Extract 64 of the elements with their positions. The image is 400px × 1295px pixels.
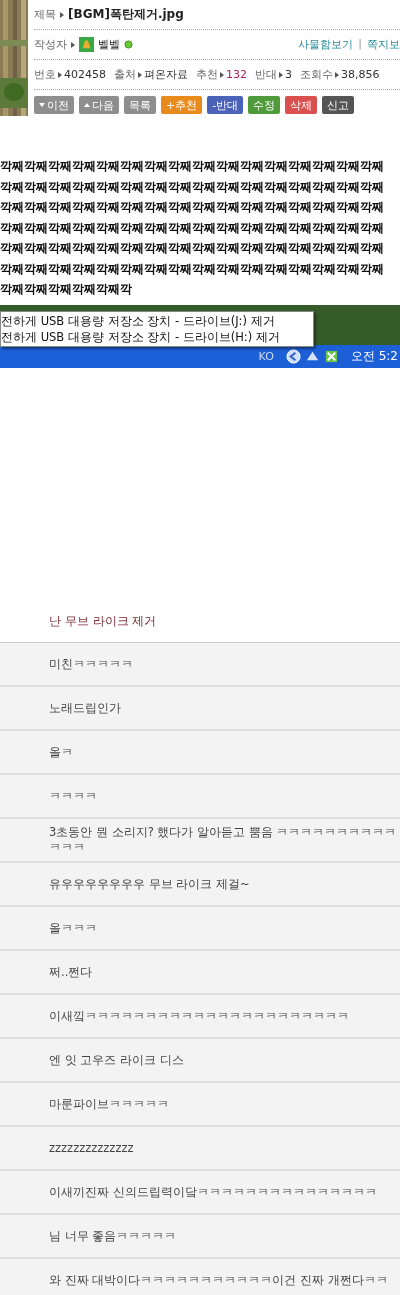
- field-value: 3: [285, 68, 292, 81]
- comment-text: 이새끼진짜 신의드립력이닼ㅋㅋㅋㅋㅋㅋㅋㅋㅋㅋㅋㅋㅋㅋㅋ: [49, 1184, 377, 1200]
- post-text-line: 깍째깍째깍째깍째깍째깍째깍째깍째깍째깍째깍째깍째깍째깍째깍째깍째: [0, 219, 385, 237]
- comment-text: 와 진짜 대박이다ㅋㅋㅋㅋㅋㅋㅋㅋㅋㅋㅋ이건 진짜 개쩐다ㅋㅋ: [49, 1272, 388, 1288]
- post-text-line: 깍째깍째깍째깍째깍째깍째깍째깍째깍째깍째깍째깍째깍째깍째깍째깍째: [0, 199, 385, 216]
- triangle-icon: [71, 41, 75, 48]
- comment-text: 님 너무 좋음ㅋㅋㅋㅋㅋ: [49, 1228, 177, 1244]
- action-button[interactable]: -반대: [207, 96, 244, 114]
- post-text-line: 깍째깍째깍째깍째깍째깍째깍째깍째깍째깍째깍째깍째깍째깍째깍째깍째: [0, 240, 385, 257]
- action-button[interactable]: 신고: [322, 96, 355, 114]
- field-label: 반대: [255, 67, 277, 82]
- field-label: 출처: [114, 67, 136, 82]
- action-button[interactable]: 삭제: [285, 96, 318, 114]
- comment-text: 유우우우우우우우 무브 라이크 제걸~: [49, 876, 250, 892]
- menu-item[interactable]: 전하게 USB 대용량 저장소 장치 - 드라이브(J:) 제거: [1, 313, 313, 329]
- triangle-icon: [60, 11, 64, 18]
- triangle-icon: [58, 71, 62, 78]
- comment-text: 쩌..쩐다: [49, 964, 93, 980]
- triangle-icon: [335, 71, 339, 78]
- writer-name[interactable]: 벨벨: [98, 37, 120, 52]
- action-button[interactable]: +추천: [161, 96, 203, 114]
- clock: 오전 5:2: [350, 348, 398, 365]
- bell-icon: [79, 37, 94, 52]
- field-label: 제목: [34, 7, 56, 22]
- comments-title: 난 무브 라이크 제거: [49, 612, 157, 630]
- comment-text: 엔 잇 고우즈 라이크 디스: [49, 1052, 184, 1068]
- tray-icon[interactable]: [285, 349, 301, 364]
- action-button[interactable]: 이전: [34, 96, 74, 114]
- post-text-line: 깍째깍째깍째깍째깍째깍: [0, 281, 133, 298]
- language-indicator[interactable]: KO: [258, 350, 274, 363]
- comment-text: 올ㅋㅋㅋ: [49, 920, 97, 936]
- tray-icon[interactable]: [323, 349, 339, 364]
- comment-text: 3초동안 뭔 소리지? 했다가 알아듣고 뿜음 ㅋㅋㅋㅋㅋㅋㅋㅋㅋㅋㅋㅋㅋ: [49, 825, 398, 855]
- post-text-line: 깍째깍째깍째깍째깍째깍째깍째깍째깍째깍째깍째깍째깍째깍째깍째깍째: [0, 158, 385, 175]
- triangle-icon: [138, 71, 142, 78]
- nav-link[interactable]: 쪽지보: [367, 37, 400, 52]
- action-button[interactable]: 목록: [124, 96, 156, 114]
- post-text-line: 깍째깍째깍째깍째깍째깍째깍째깍째깍째깍째깍째깍째깍째깍째깍째깍째: [0, 260, 385, 278]
- comment-text: 이새낔ㅋㅋㅋㅋㅋㅋㅋㅋㅋㅋㅋㅋㅋㅋㅋㅋㅋㅋㅋㅋㅋㅋ: [49, 1008, 349, 1024]
- triangle-icon: [220, 71, 224, 78]
- triangle-icon: [279, 71, 283, 78]
- field-label: 추천: [196, 67, 218, 82]
- field-value: 펴온자료: [144, 67, 188, 82]
- comment-text: 미친ㅋㅋㅋㅋㅋ: [49, 656, 133, 672]
- menu-item[interactable]: 전하게 USB 대용량 저장소 장치 - 드라이브(H:) 제거: [1, 329, 313, 345]
- field-label: 조회수: [300, 67, 333, 82]
- field-value: 38,856: [341, 68, 380, 81]
- comment-text: ㅋㅋㅋㅋ: [49, 788, 97, 804]
- field-label: 작성자: [34, 37, 67, 52]
- field-label: 번호: [34, 67, 56, 82]
- caret-up-icon: [84, 103, 90, 107]
- field-value: 132: [226, 68, 247, 81]
- comment-text: 마룬파이브ㅋㅋㅋㅋㅋ: [49, 1096, 169, 1112]
- action-button[interactable]: 다음: [79, 96, 119, 114]
- action-button[interactable]: 수정: [248, 96, 281, 114]
- comment-text: 노래드립인가: [49, 700, 121, 716]
- comment-text: zzzzzzzzzzzzzz: [49, 1140, 134, 1156]
- field-value: 402458: [64, 68, 106, 81]
- post-text-line: 깍째깍째깍째깍째깍째깍째깍째깍째깍째깍째깍째깍째깍째깍째깍째깍째: [0, 178, 385, 196]
- nav-link[interactable]: 사물함보기: [298, 37, 354, 52]
- comment-text: 올ㅋ: [49, 744, 73, 760]
- caret-down-icon: [39, 103, 45, 107]
- separator: |: [358, 37, 362, 52]
- post-title: [BGM]폭탄제거.jpg: [68, 6, 184, 23]
